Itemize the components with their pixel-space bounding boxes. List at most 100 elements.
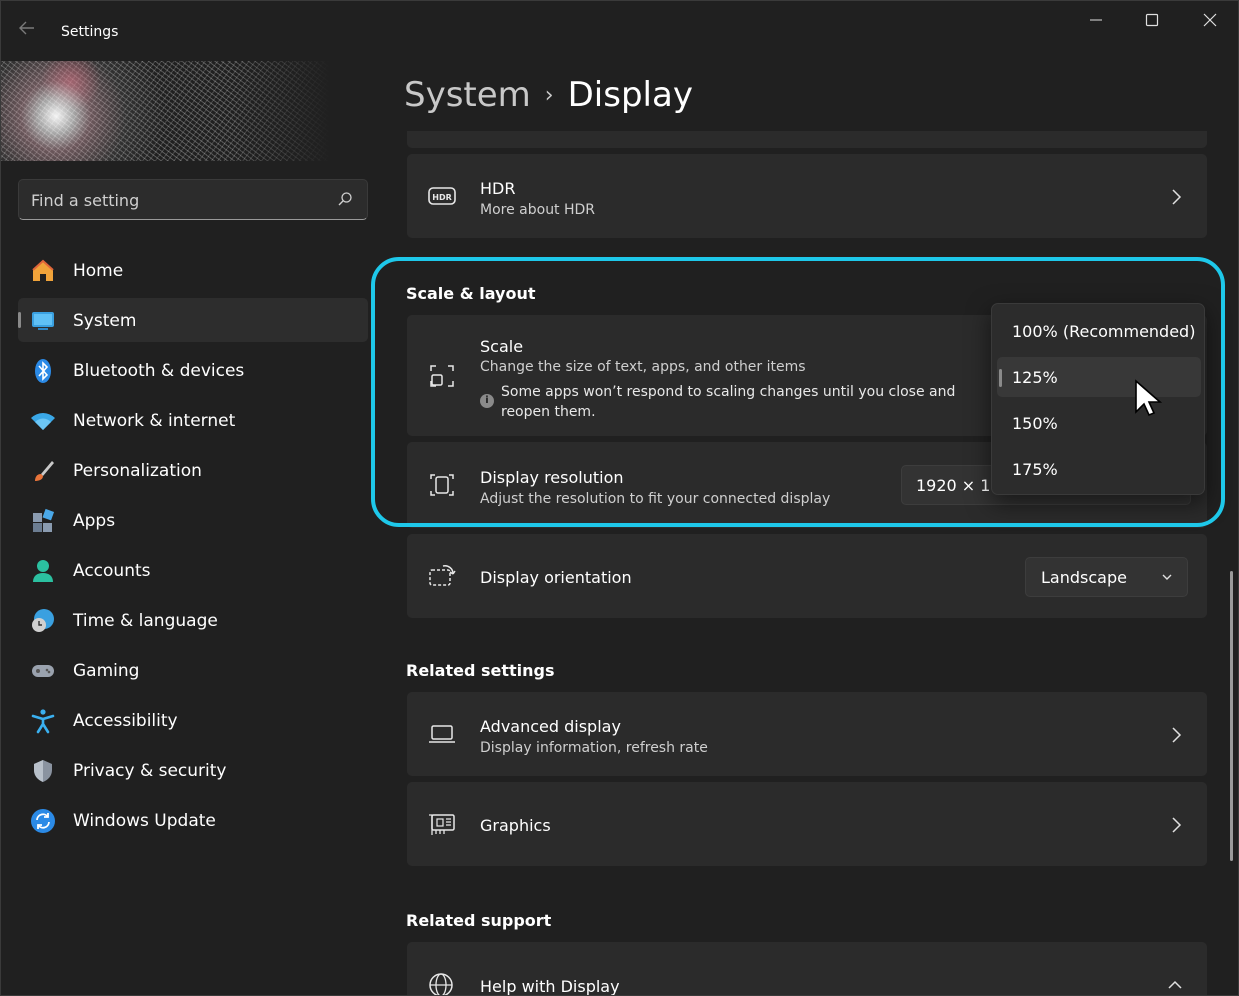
scale-option-150[interactable]: 150%	[997, 403, 1201, 443]
help-with-display-title: Help with Display	[480, 977, 620, 996]
orientation-dropdown[interactable]: Landscape	[1025, 557, 1188, 597]
profile-banner-image	[1, 61, 331, 161]
breadcrumb-separator: ›	[544, 83, 554, 108]
home-icon	[32, 259, 54, 281]
brush-icon	[35, 461, 54, 481]
page-title: Display	[567, 75, 693, 115]
help-with-display-card[interactable]: Help with Display	[407, 942, 1207, 996]
sidebar-item-label: System	[73, 311, 137, 331]
minimize-icon	[1090, 19, 1102, 21]
option-label: 100% (Recommended)	[1012, 322, 1196, 341]
resolution-subtitle: Adjust the resolution to fit your connec…	[480, 491, 831, 507]
sidebar-item-windows-update[interactable]: Windows Update	[18, 798, 368, 842]
chevron-right-icon	[1172, 189, 1182, 205]
sidebar-item-label: Bluetooth & devices	[73, 361, 245, 381]
hdr-title: HDR	[480, 179, 516, 198]
hdr-subtitle: More about HDR	[480, 202, 596, 218]
orientation-icon	[429, 565, 456, 586]
breadcrumb: System › Display	[404, 75, 693, 115]
orientation-title: Display orientation	[480, 568, 632, 587]
scale-dropdown-menu: 100% (Recommended) 125% 150% 175%	[991, 303, 1205, 495]
close-icon	[1203, 13, 1217, 27]
option-label: 175%	[1012, 460, 1058, 479]
chevron-up-icon	[1168, 980, 1182, 989]
scale-title: Scale	[480, 337, 524, 356]
resolution-icon	[430, 474, 454, 496]
shield-icon	[34, 760, 52, 782]
graphics-card[interactable]: Graphics	[407, 782, 1207, 866]
settings-window: Settings Home System Blueto	[0, 0, 1239, 996]
scale-icon	[430, 365, 454, 387]
svg-text:HDR: HDR	[432, 193, 452, 202]
globe-help-icon	[429, 973, 453, 995]
sidebar-item-gaming[interactable]: Gaming	[18, 648, 368, 692]
scale-subtitle: Change the size of text, apps, and other…	[480, 359, 806, 375]
advanced-display-title: Advanced display	[480, 717, 621, 736]
selected-indicator	[999, 369, 1002, 387]
info-icon: i	[480, 394, 494, 408]
maximize-button[interactable]	[1129, 9, 1175, 35]
app-title: Settings	[61, 24, 119, 40]
sidebar-item-accessibility[interactable]: Accessibility	[18, 698, 368, 742]
section-title-related-support: Related support	[406, 911, 552, 930]
close-button[interactable]	[1187, 9, 1233, 35]
sidebar-item-label: Windows Update	[73, 811, 216, 831]
gamepad-icon	[32, 665, 54, 677]
accounts-icon	[33, 560, 53, 582]
search-box[interactable]	[18, 179, 368, 220]
advanced-display-subtitle: Display information, refresh rate	[480, 740, 708, 756]
sidebar-item-apps[interactable]: Apps	[18, 498, 368, 542]
option-label: 125%	[1012, 368, 1058, 387]
active-indicator	[18, 312, 21, 328]
graphics-card-icon	[429, 814, 455, 835]
hdr-icon: HDR	[428, 187, 456, 205]
update-icon	[31, 809, 55, 833]
search-icon[interactable]	[337, 191, 353, 207]
sidebar-item-label: Accounts	[73, 561, 151, 581]
scale-option-175[interactable]: 175%	[997, 449, 1201, 489]
graphics-title: Graphics	[480, 816, 551, 835]
apps-icon	[33, 508, 55, 532]
laptop-icon	[429, 725, 455, 743]
minimize-button[interactable]	[1073, 9, 1119, 35]
hdr-card[interactable]: HDR HDR More about HDR	[407, 154, 1207, 238]
sidebar-item-time-language[interactable]: Time & language	[18, 598, 368, 642]
sidebar-item-label: Time & language	[73, 611, 218, 631]
sidebar-item-label: Apps	[73, 511, 116, 531]
sidebar-nav: Home System Bluetooth & devices Network …	[18, 248, 368, 848]
sidebar-item-network[interactable]: Network & internet	[18, 398, 368, 442]
back-arrow-icon	[19, 21, 34, 35]
system-icon	[32, 312, 54, 330]
sidebar-item-privacy[interactable]: Privacy & security	[18, 748, 368, 792]
sidebar-item-personalization[interactable]: Personalization	[18, 448, 368, 492]
scale-warning: Some apps won’t respond to scaling chang…	[501, 384, 956, 420]
sidebar-item-label: Network & internet	[73, 411, 236, 431]
sidebar-item-accounts[interactable]: Accounts	[18, 548, 368, 592]
sidebar-item-label: Privacy & security	[73, 761, 227, 781]
wifi-icon	[31, 413, 55, 430]
sidebar-item-system[interactable]: System	[18, 298, 368, 342]
bluetooth-icon	[35, 359, 51, 383]
scale-option-125[interactable]: 125%	[997, 357, 1201, 397]
sidebar-item-home[interactable]: Home	[18, 248, 368, 292]
accessibility-icon	[31, 709, 55, 734]
sidebar-item-label: Home	[73, 261, 124, 281]
section-title-related-settings: Related settings	[406, 661, 555, 680]
chevron-down-icon	[1162, 574, 1172, 580]
advanced-display-card[interactable]: Advanced display Display information, re…	[407, 692, 1207, 776]
back-button[interactable]	[13, 18, 41, 46]
previous-card-edge	[407, 131, 1207, 148]
globe-clock-icon	[32, 609, 54, 632]
sidebar-item-label: Gaming	[73, 661, 140, 681]
scrollbar-thumb[interactable]	[1230, 571, 1233, 861]
resolution-title: Display resolution	[480, 468, 624, 487]
maximize-icon	[1145, 13, 1159, 27]
sidebar-item-bluetooth[interactable]: Bluetooth & devices	[18, 348, 368, 392]
chevron-right-icon	[1172, 817, 1182, 833]
sidebar-item-label: Accessibility	[73, 711, 178, 731]
search-input[interactable]	[31, 188, 321, 212]
breadcrumb-parent[interactable]: System	[404, 75, 531, 115]
scale-option-100[interactable]: 100% (Recommended)	[997, 311, 1201, 351]
section-title-scale-layout: Scale & layout	[406, 284, 536, 303]
option-label: 150%	[1012, 414, 1058, 433]
